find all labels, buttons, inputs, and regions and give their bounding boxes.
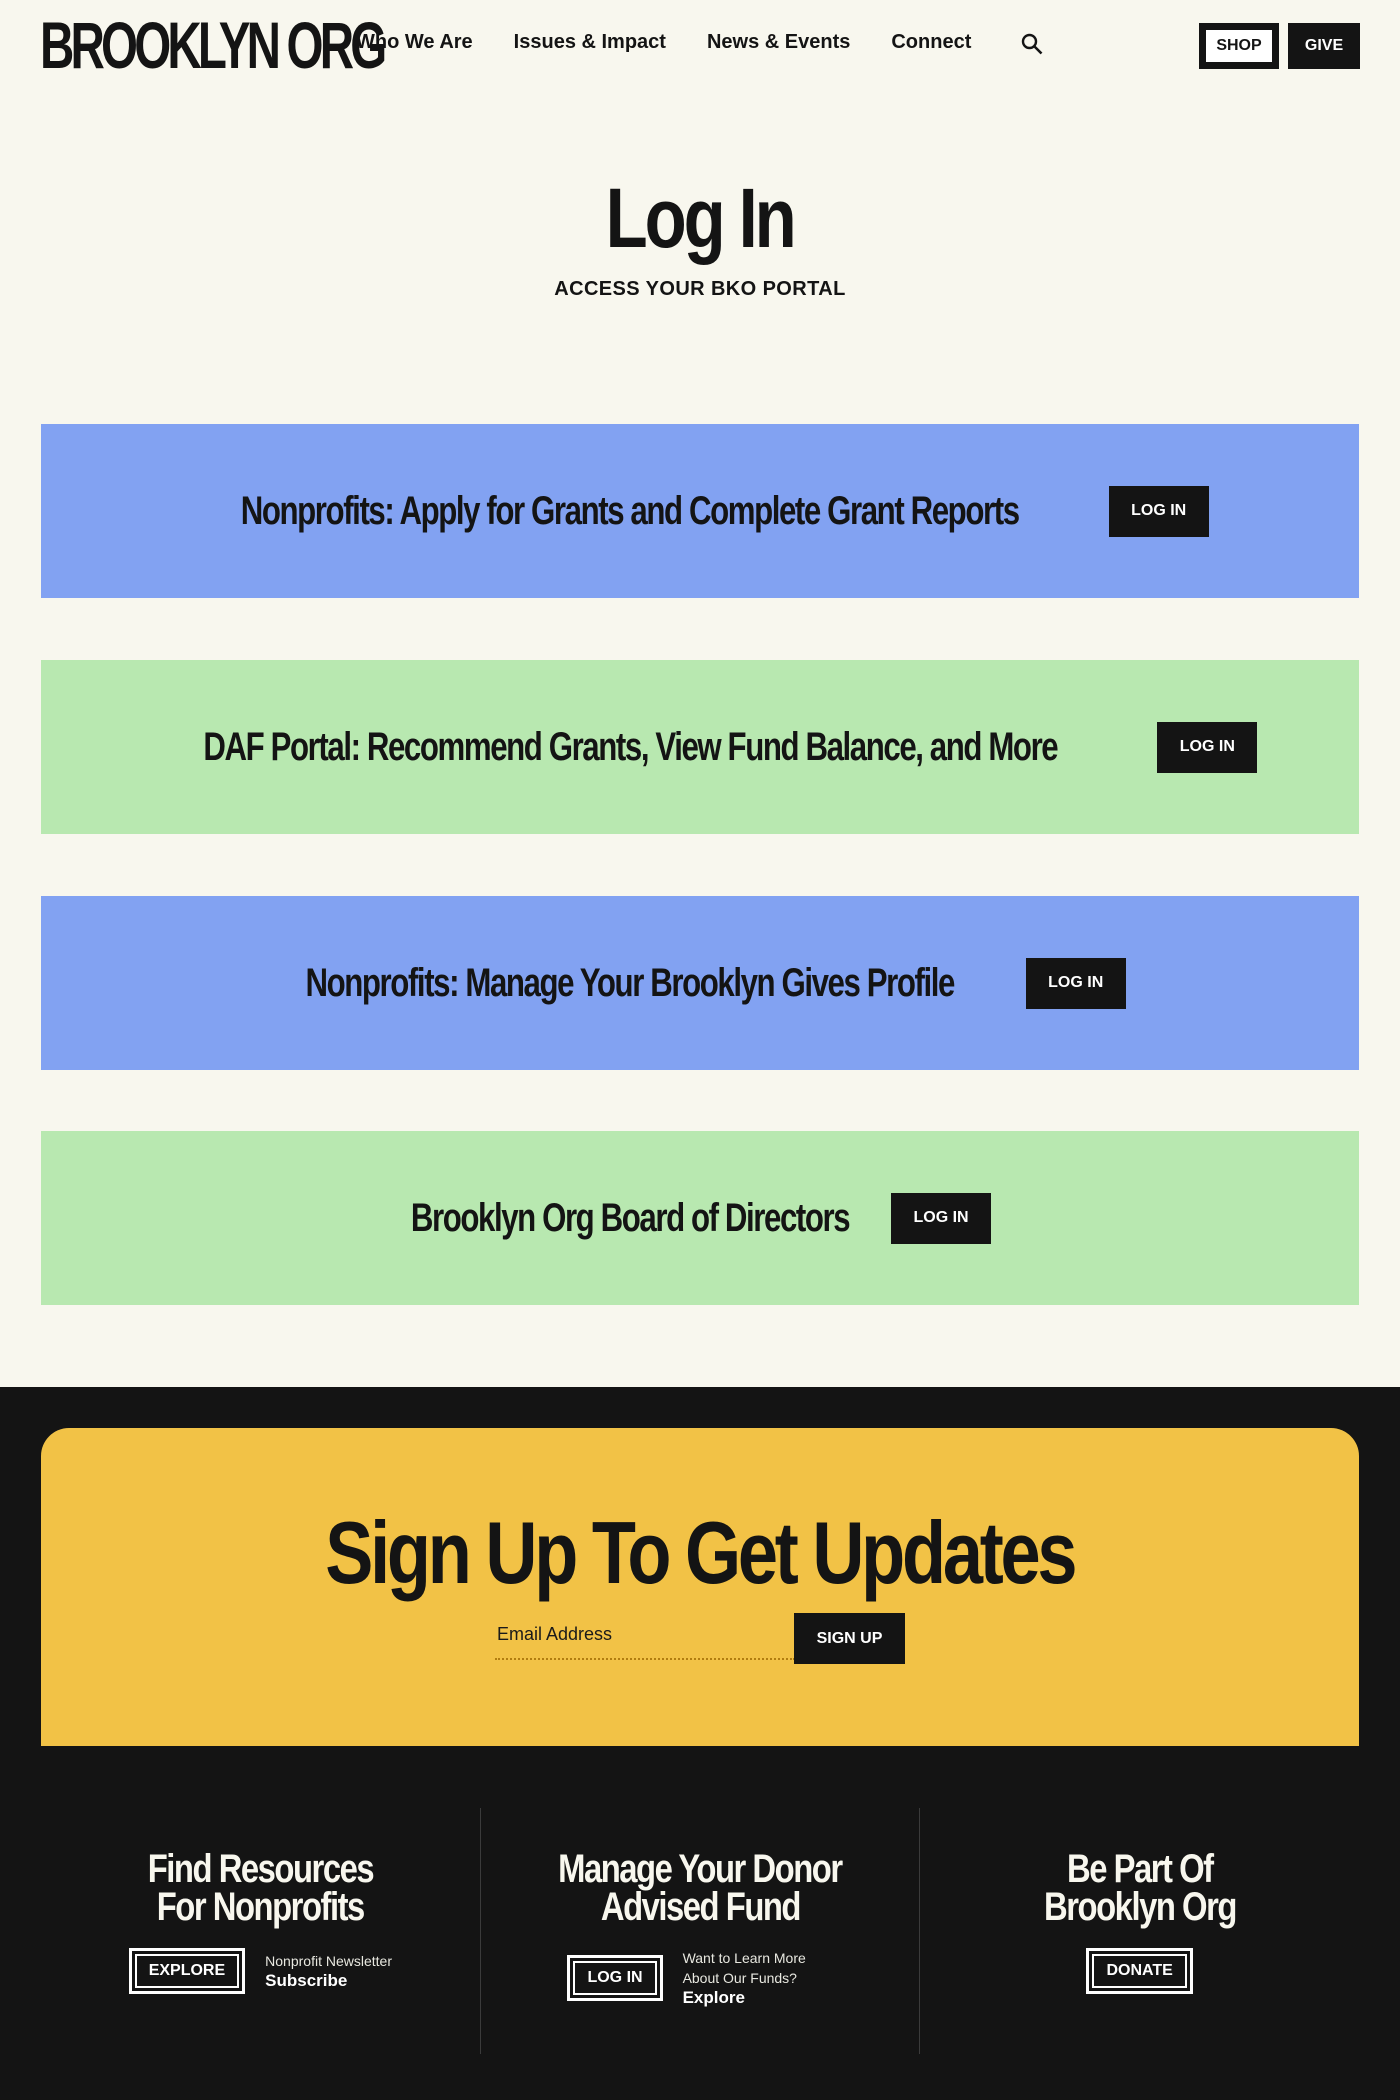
cta-title-line2: For Nonprofits bbox=[156, 1885, 366, 1929]
cta-title: Find Resources For Nonprofits bbox=[41, 1847, 480, 1929]
footer-cta-resources: Find Resources For Nonprofits EXPLORE No… bbox=[41, 1808, 480, 2054]
shop-button-label: SHOP bbox=[1206, 30, 1272, 62]
main-nav: Who We Are Issues & Impact News & Events… bbox=[356, 31, 1012, 54]
cta-side: Want to Learn More About Our Funds? Expl… bbox=[683, 1948, 833, 2008]
nav-who-we-are[interactable]: Who We Are bbox=[356, 31, 473, 54]
footer-cta-daf: Manage Your Donor Advised Fund LOG IN Wa… bbox=[479, 1808, 920, 2054]
daf-login-button-label: LOG IN bbox=[573, 1961, 657, 1995]
cta-row: DONATE bbox=[920, 1948, 1359, 1994]
nav-news-events[interactable]: News & Events bbox=[707, 31, 850, 54]
page-title: Log In bbox=[0, 168, 1400, 268]
page-subtitle: ACCESS YOUR BKO PORTAL bbox=[554, 278, 846, 300]
give-button[interactable]: GIVE bbox=[1288, 23, 1360, 69]
portal-card-title: Nonprofits: Apply for Grants and Complet… bbox=[241, 489, 1020, 533]
email-input[interactable]: Email Address bbox=[495, 1610, 795, 1660]
portal-card-title: Nonprofits: Manage Your Brooklyn Gives P… bbox=[305, 961, 956, 1005]
newsletter-signup: Sign Up To Get Updates Email Address SIG… bbox=[41, 1428, 1359, 1746]
footer-cta-columns: Find Resources For Nonprofits EXPLORE No… bbox=[41, 1808, 1359, 2054]
cta-title-line2: Advised Fund bbox=[600, 1885, 801, 1929]
page-title-text: Log In bbox=[606, 171, 797, 265]
portal-card-board: Brooklyn Org Board of Directors LOG IN bbox=[41, 1131, 1359, 1305]
nav-connect[interactable]: Connect bbox=[891, 31, 971, 54]
daf-login-button[interactable]: LOG IN bbox=[567, 1955, 663, 2001]
portal-card-brooklyn-gives: Nonprofits: Manage Your Brooklyn Gives P… bbox=[41, 896, 1359, 1070]
portal-login-button[interactable]: LOG IN bbox=[1025, 957, 1126, 1009]
cta-title-line1: Find Resources bbox=[147, 1847, 375, 1891]
nav-issues-impact[interactable]: Issues & Impact bbox=[514, 31, 666, 54]
portal-card-grants: Nonprofits: Apply for Grants and Complet… bbox=[41, 424, 1359, 598]
cta-side: Nonprofit Newsletter Subscribe bbox=[265, 1951, 392, 1991]
signup-title: Sign Up To Get Updates bbox=[41, 1503, 1359, 1603]
cta-row: LOG IN Want to Learn More About Our Fund… bbox=[481, 1948, 920, 2008]
portal-login-button[interactable]: LOG IN bbox=[1108, 485, 1209, 537]
cta-side-text: Want to Learn More About Our Funds? bbox=[682, 1950, 806, 1986]
explore-button-label: EXPLORE bbox=[134, 1954, 240, 1988]
cta-title: Manage Your Donor Advised Fund bbox=[481, 1847, 920, 1929]
cta-title: Be Part Of Brooklyn Org bbox=[920, 1847, 1359, 1929]
cta-title-line1: Be Part Of bbox=[1066, 1847, 1214, 1891]
signup-title-text: Sign Up To Get Updates bbox=[325, 1503, 1077, 1602]
donate-button-label: DONATE bbox=[1092, 1954, 1187, 1988]
brooklyn-org-logo[interactable]: BROOKLYN ORG bbox=[40, 10, 387, 80]
sign-up-button[interactable]: SIGN UP bbox=[794, 1613, 905, 1664]
cta-title-line2: Brooklyn Org bbox=[1043, 1885, 1237, 1929]
portal-login-button[interactable]: LOG IN bbox=[891, 1192, 992, 1244]
cta-side-text: Nonprofit Newsletter bbox=[265, 1953, 392, 1969]
cta-row: EXPLORE Nonprofit Newsletter Subscribe bbox=[41, 1948, 480, 1994]
footer-cta-donate: Be Part Of Brooklyn Org DONATE bbox=[919, 1808, 1359, 2054]
portal-login-button[interactable]: LOG IN bbox=[1157, 721, 1258, 773]
subscribe-link[interactable]: Subscribe bbox=[265, 1971, 392, 1991]
cta-title-line1: Manage Your Donor bbox=[558, 1847, 843, 1891]
search-icon[interactable] bbox=[1021, 33, 1043, 55]
site-header: BROOKLYN ORG Who We Are Issues & Impact … bbox=[0, 0, 1400, 92]
explore-funds-link[interactable]: Explore bbox=[683, 1988, 833, 2008]
portal-card-title: Brooklyn Org Board of Directors bbox=[410, 1196, 851, 1240]
portal-card-title: DAF Portal: Recommend Grants, View Fund … bbox=[203, 725, 1058, 769]
shop-button[interactable]: SHOP bbox=[1199, 23, 1279, 69]
explore-button[interactable]: EXPLORE bbox=[128, 1948, 246, 1994]
donate-button[interactable]: DONATE bbox=[1086, 1948, 1193, 1994]
portal-card-daf: DAF Portal: Recommend Grants, View Fund … bbox=[41, 660, 1359, 834]
